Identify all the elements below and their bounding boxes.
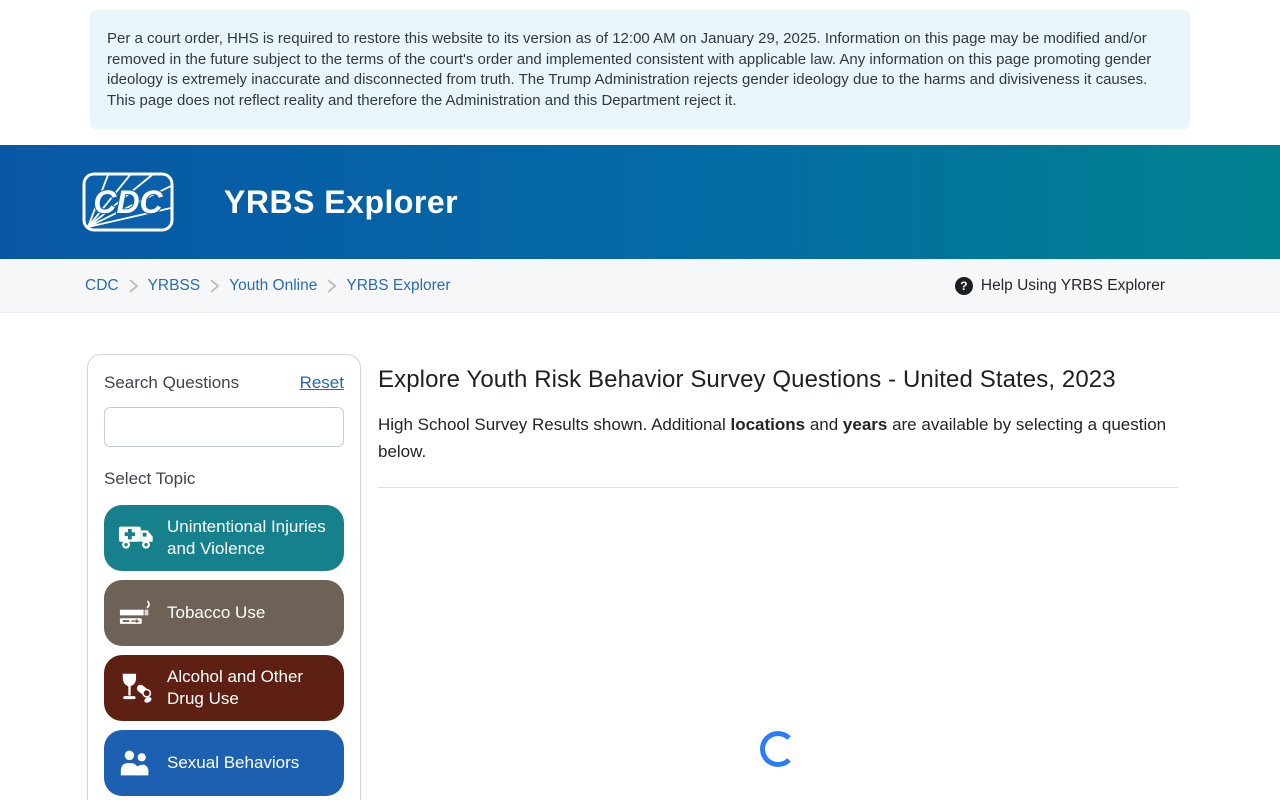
content-divider xyxy=(378,487,1178,488)
topic-button-unintentional-injuries[interactable]: Unintentional Injuries and Violence xyxy=(104,505,344,571)
topic-button-label: Tobacco Use xyxy=(167,603,266,622)
people-icon xyxy=(117,748,157,778)
svg-text:CDC: CDC xyxy=(93,184,163,220)
breadcrumb-link-cdc[interactable]: CDC xyxy=(85,277,119,295)
breadcrumb-link-yrbs-explorer[interactable]: YRBS Explorer xyxy=(346,277,450,295)
content-area: Search Questions Reset Select Topic Unin… xyxy=(0,313,1280,800)
court-order-banner: Per a court order, HHS is required to re… xyxy=(90,10,1190,129)
main-title: Explore Youth Risk Behavior Survey Quest… xyxy=(378,366,1116,393)
main-subtitle: High School Survey Results shown. Additi… xyxy=(378,415,1167,461)
cigarette-icon xyxy=(117,598,157,628)
breadcrumb-bar: CDC YRBSS Youth Online YRBS Explorer ? H… xyxy=(0,259,1280,313)
breadcrumb-link-youth-online[interactable]: Youth Online xyxy=(229,277,317,295)
topic-button-label: Sexual Behaviors xyxy=(167,753,300,772)
topic-button-alcohol-drug-use[interactable]: Alcohol and Other Drug Use xyxy=(104,655,344,721)
topic-button-sexual-behaviors[interactable]: Sexual Behaviors xyxy=(104,730,344,796)
reset-link[interactable]: Reset xyxy=(300,373,344,393)
topic-button-tobacco-use[interactable]: Tobacco Use xyxy=(104,580,344,646)
help-link-label: Help Using YRBS Explorer xyxy=(980,276,1165,294)
loading-spinner-icon xyxy=(760,731,796,767)
breadcrumb: CDC YRBSS Youth Online YRBS Explorer xyxy=(85,277,451,295)
ambulance-icon xyxy=(117,523,157,553)
breadcrumb-link-yrbss[interactable]: YRBSS xyxy=(148,277,201,295)
search-questions-panel: Search Questions Reset Select Topic Unin… xyxy=(87,354,361,800)
court-order-banner-wrap: Per a court order, HHS is required to re… xyxy=(0,0,1280,129)
chevron-right-icon xyxy=(327,278,337,293)
help-link[interactable]: ? Help Using YRBS Explorer xyxy=(954,276,1165,295)
topic-button-label: Unintentional Injuries and Violence xyxy=(167,517,326,558)
question-circle-icon: ? xyxy=(954,276,973,295)
wine-glass-pill-icon xyxy=(117,671,157,705)
select-topic-label: Select Topic xyxy=(104,469,196,488)
main-content: Explore Youth Risk Behavior Survey Quest… xyxy=(378,354,1178,767)
cdc-logo-icon[interactable]: CDC xyxy=(82,172,174,232)
chevron-right-icon xyxy=(129,278,138,293)
chevron-right-icon xyxy=(210,278,220,293)
app-header: CDC YRBS Explorer xyxy=(0,145,1280,259)
page-title: YRBS Explorer xyxy=(224,183,459,220)
search-questions-label: Search Questions xyxy=(104,373,240,392)
topic-button-label: Alcohol and Other Drug Use xyxy=(167,667,304,708)
search-input[interactable] xyxy=(104,407,344,447)
